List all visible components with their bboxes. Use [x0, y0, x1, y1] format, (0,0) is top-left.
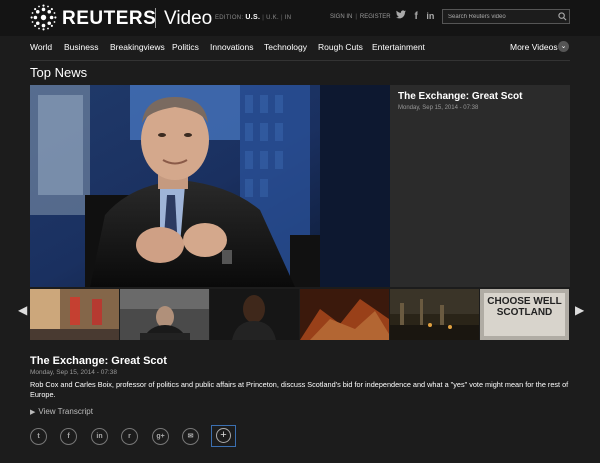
facebook-icon[interactable]: f: [60, 428, 77, 445]
search-icon[interactable]: [558, 12, 567, 21]
video-description: Rob Cox and Carles Boix, professor of po…: [30, 380, 569, 399]
now-playing-panel[interactable]: The Exchange: Great Scot Monday, Sep 15,…: [390, 85, 570, 287]
thumbnail-3[interactable]: [300, 289, 389, 340]
nav-item-business[interactable]: Business: [64, 42, 99, 52]
view-transcript-label: View Transcript: [38, 407, 93, 416]
sign-in-link[interactable]: SIGN IN: [330, 14, 352, 20]
brand-divider: [155, 8, 156, 28]
nav-item-world[interactable]: World: [30, 42, 52, 52]
video-frame: [30, 85, 390, 287]
video-title: The Exchange: Great Scot: [30, 355, 167, 367]
view-transcript-link[interactable]: ▶ View Transcript: [30, 407, 93, 416]
carousel-prev-icon[interactable]: ◀: [18, 303, 27, 317]
account-links: SIGN IN | REGISTER: [330, 14, 391, 20]
add-button[interactable]: +: [211, 425, 236, 447]
twitter-icon[interactable]: t: [30, 428, 47, 445]
facebook-icon[interactable]: f: [415, 11, 418, 22]
video-date: Monday, Sep 15, 2014 - 07:38: [30, 369, 117, 376]
main-nav: World Business Breakingviews Politics In…: [0, 38, 600, 57]
now-playing-date: Monday, Sep 15, 2014 - 07:38: [398, 105, 479, 111]
reuters-logo-icon[interactable]: [30, 4, 57, 31]
edition-label: EDITION:: [215, 15, 244, 21]
thumbnail-1[interactable]: [120, 289, 209, 340]
section-title: Top News: [30, 65, 88, 80]
more-videos-button[interactable]: More Videos: [510, 42, 558, 52]
linkedin-icon[interactable]: in: [91, 428, 108, 445]
thumbnail-0[interactable]: [30, 289, 119, 340]
edition-in[interactable]: IN: [285, 15, 292, 21]
edition-selector: EDITION: U.S. | U.K. | IN: [215, 14, 292, 21]
section-name[interactable]: Video: [164, 8, 212, 30]
nav-item-technology[interactable]: Technology: [264, 42, 307, 52]
site-header: REUTERS Video EDITION: U.S. | U.K. | IN SIGN…: [0, 0, 600, 36]
chevron-down-icon[interactable]: ⌄: [558, 41, 569, 52]
play-triangle-icon: ▶: [30, 409, 36, 416]
thumbnail-5[interactable]: CHOOSE WELL SCOTLAND: [480, 289, 569, 340]
brand-name[interactable]: REUTERS: [62, 8, 156, 30]
reddit-icon[interactable]: r: [121, 428, 138, 445]
thumbnail-2[interactable]: [210, 289, 299, 340]
nav-divider: [30, 60, 570, 61]
edition-uk[interactable]: U.K.: [266, 15, 279, 21]
linkedin-icon[interactable]: in: [426, 11, 434, 21]
email-icon[interactable]: ✉: [182, 428, 199, 445]
thumbnail-4[interactable]: [390, 289, 479, 340]
nav-item-politics[interactable]: Politics: [172, 42, 199, 52]
edition-us[interactable]: U.S.: [245, 14, 260, 21]
video-player[interactable]: [30, 85, 390, 287]
nav-item-rough-cuts[interactable]: Rough Cuts: [318, 42, 363, 52]
thumbnail-carousel: CHOOSE WELL SCOTLAND: [30, 289, 570, 340]
add-icon: +: [216, 428, 231, 443]
nav-item-innovations[interactable]: Innovations: [210, 42, 253, 52]
register-link[interactable]: REGISTER: [360, 14, 391, 20]
carousel-next-icon[interactable]: ▶: [575, 303, 584, 317]
now-playing-title[interactable]: The Exchange: Great Scot: [398, 91, 522, 102]
googleplus-icon[interactable]: g+: [152, 428, 169, 445]
search-input[interactable]: [442, 9, 570, 24]
header-social: f in: [396, 10, 440, 22]
twitter-icon[interactable]: [396, 10, 406, 21]
nav-item-breakingviews[interactable]: Breakingviews: [110, 42, 165, 52]
nav-item-entertainment[interactable]: Entertainment: [372, 42, 425, 52]
thumbnail-5-caption: CHOOSE WELL SCOTLAND: [487, 296, 562, 318]
